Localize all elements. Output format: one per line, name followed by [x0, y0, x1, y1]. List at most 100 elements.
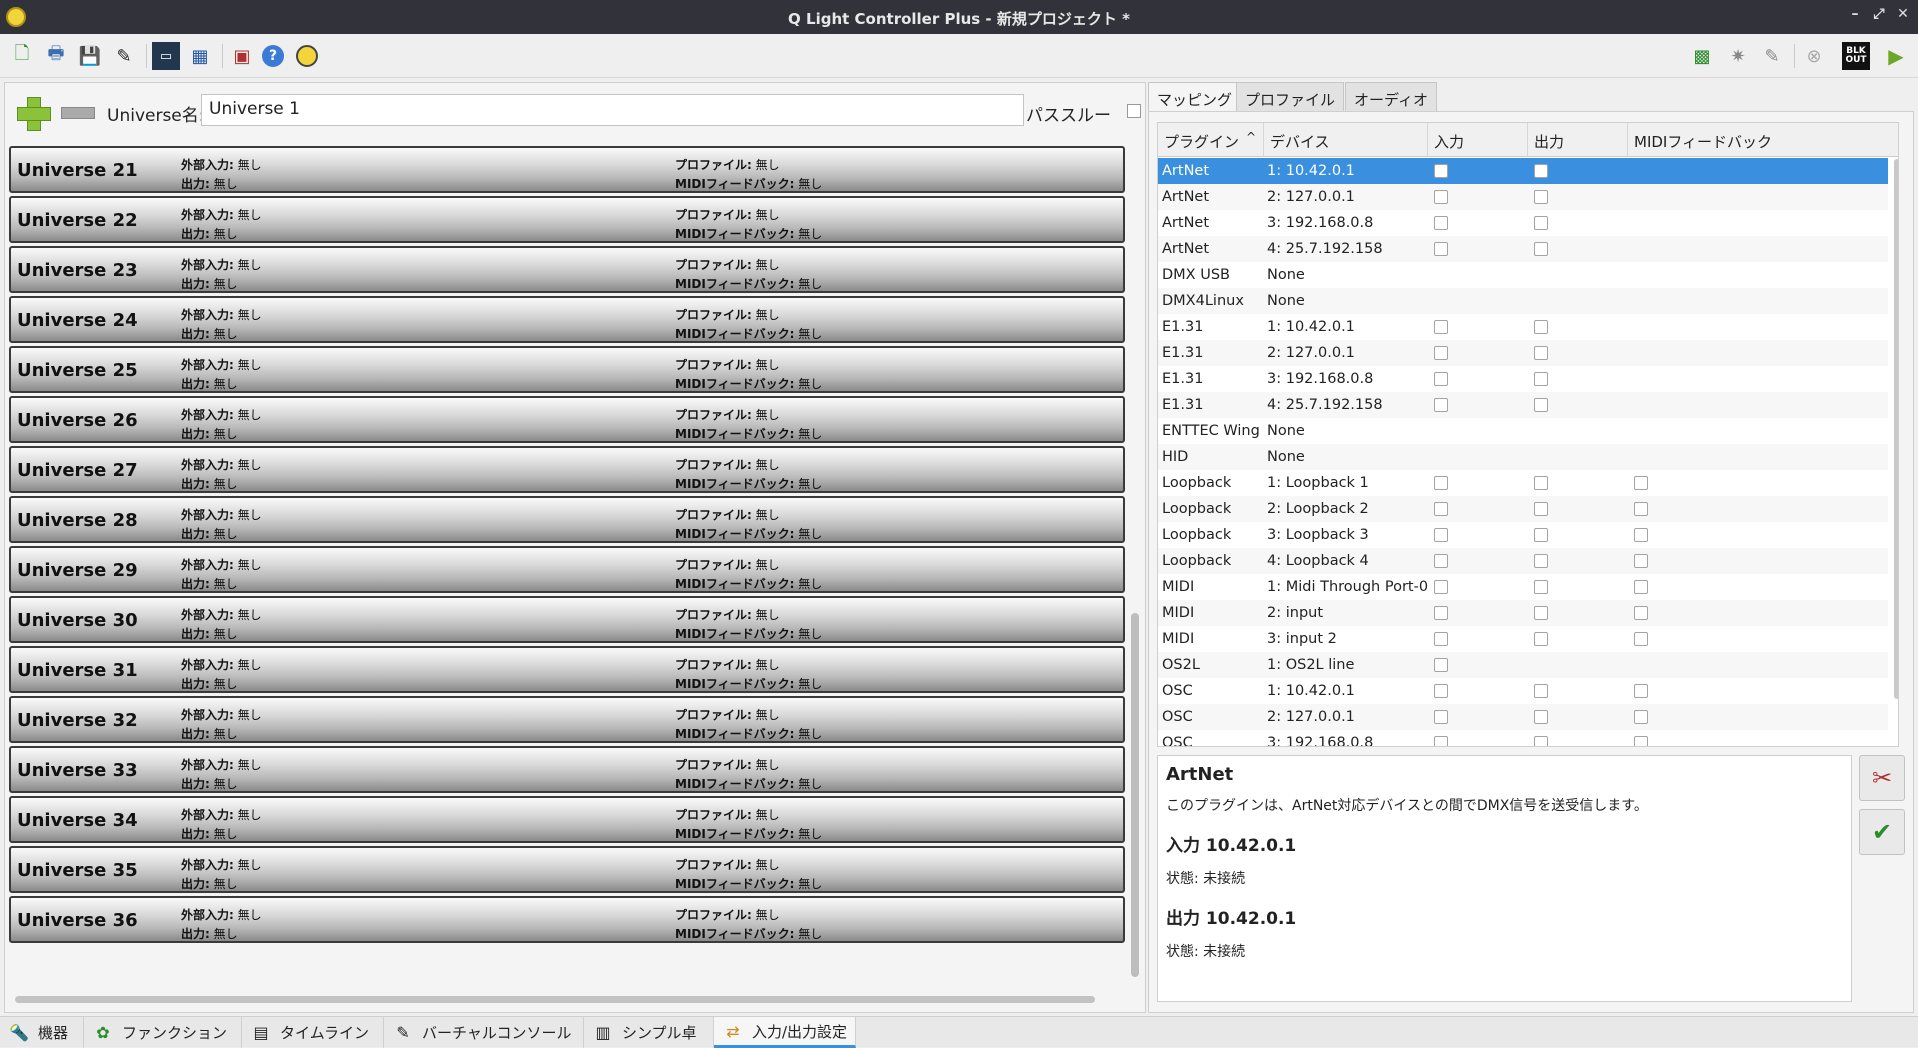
- about-icon[interactable]: [296, 45, 318, 67]
- mapping-row[interactable]: ArtNet 4: 25.7.192.158: [1158, 236, 1888, 262]
- feedback-checkbox[interactable]: [1634, 684, 1648, 698]
- tab-timeline[interactable]: ▤ タイムライン: [242, 1017, 384, 1048]
- output-checkbox[interactable]: [1534, 632, 1548, 646]
- feedback-checkbox[interactable]: [1634, 502, 1648, 516]
- tab-profiles[interactable]: プロファイル: [1236, 82, 1345, 112]
- universe-name-input[interactable]: Universe 1: [201, 94, 1024, 126]
- output-checkbox[interactable]: [1534, 242, 1548, 256]
- feedback-checkbox[interactable]: [1634, 580, 1648, 594]
- tab-functions[interactable]: ✿ ファンクション: [84, 1017, 242, 1048]
- input-checkbox[interactable]: [1434, 242, 1448, 256]
- universe-row[interactable]: Universe 23 外部入力: 無し 出力: 無し プロファイル: 無し MIDIフ…: [9, 246, 1125, 293]
- dmx-dump-icon[interactable]: ✷: [1724, 42, 1752, 70]
- mapping-row[interactable]: MIDI 3: input 2: [1158, 626, 1888, 652]
- mapping-row[interactable]: DMX USB None: [1158, 262, 1888, 288]
- tab-virtual-console[interactable]: ✎ バーチャルコンソール: [384, 1017, 584, 1048]
- address-tool-icon[interactable]: ▦: [186, 42, 214, 70]
- output-checkbox[interactable]: [1534, 190, 1548, 204]
- configure-plugin-button[interactable]: ✂: [1859, 755, 1905, 801]
- output-checkbox[interactable]: [1534, 528, 1548, 542]
- save-as-icon[interactable]: ✎: [110, 42, 138, 70]
- mapping-row[interactable]: ArtNet 2: 127.0.0.1: [1158, 184, 1888, 210]
- output-checkbox[interactable]: [1534, 736, 1548, 746]
- help-icon[interactable]: ?: [262, 45, 284, 67]
- universe-row[interactable]: Universe 32 外部入力: 無し 出力: 無し プロファイル: 無し MIDIフ…: [9, 696, 1125, 743]
- column-plugin[interactable]: プラグイン ^: [1158, 123, 1264, 157]
- mapping-row[interactable]: ArtNet 3: 192.168.0.8: [1158, 210, 1888, 236]
- universe-row[interactable]: Universe 28 外部入力: 無し 出力: 無し プロファイル: 無し MIDIフ…: [9, 496, 1125, 543]
- mapping-row[interactable]: E1.31 4: 25.7.192.158: [1158, 392, 1888, 418]
- input-checkbox[interactable]: [1434, 710, 1448, 724]
- input-checkbox[interactable]: [1434, 632, 1448, 646]
- mapping-row[interactable]: Loopback 3: Loopback 3: [1158, 522, 1888, 548]
- output-checkbox[interactable]: [1534, 372, 1548, 386]
- output-checkbox[interactable]: [1534, 684, 1548, 698]
- fullscreen-icon[interactable]: ▣: [228, 42, 256, 70]
- mapping-row[interactable]: E1.31 1: 10.42.0.1: [1158, 314, 1888, 340]
- input-checkbox[interactable]: [1434, 164, 1448, 178]
- mapping-row[interactable]: Loopback 4: Loopback 4: [1158, 548, 1888, 574]
- input-checkbox[interactable]: [1434, 372, 1448, 386]
- mapping-row[interactable]: HID None: [1158, 444, 1888, 470]
- mapping-row[interactable]: ArtNet 1: 10.42.0.1: [1158, 158, 1888, 184]
- mapping-row[interactable]: ENTTEC Wing None: [1158, 418, 1888, 444]
- mapping-row[interactable]: MIDI 2: input: [1158, 600, 1888, 626]
- stop-all-icon[interactable]: ⊗: [1800, 42, 1828, 70]
- live-edit-icon[interactable]: ✎: [1758, 42, 1786, 70]
- add-universe-button[interactable]: [15, 95, 51, 131]
- feedback-checkbox[interactable]: [1634, 632, 1648, 646]
- tab-audio[interactable]: オーディオ: [1345, 82, 1437, 112]
- input-checkbox[interactable]: [1434, 216, 1448, 230]
- input-checkbox[interactable]: [1434, 684, 1448, 698]
- universe-row[interactable]: Universe 24 外部入力: 無し 出力: 無し プロファイル: 無し MIDIフ…: [9, 296, 1125, 343]
- input-checkbox[interactable]: [1434, 554, 1448, 568]
- output-checkbox[interactable]: [1534, 502, 1548, 516]
- universe-row[interactable]: Universe 31 外部入力: 無し 出力: 無し プロファイル: 無し MIDIフ…: [9, 646, 1125, 693]
- input-checkbox[interactable]: [1434, 346, 1448, 360]
- output-checkbox[interactable]: [1534, 164, 1548, 178]
- output-checkbox[interactable]: [1534, 710, 1548, 724]
- universe-row[interactable]: Universe 35 外部入力: 無し 出力: 無し プロファイル: 無し MIDIフ…: [9, 846, 1125, 893]
- feedback-checkbox[interactable]: [1634, 606, 1648, 620]
- universe-row[interactable]: Universe 29 外部入力: 無し 出力: 無し プロファイル: 無し MIDIフ…: [9, 546, 1125, 593]
- tab-io-settings[interactable]: ⇄ 入力/出力設定: [714, 1017, 856, 1048]
- monitor-icon[interactable]: ▭: [152, 42, 180, 70]
- column-device[interactable]: デバイス: [1264, 123, 1428, 157]
- mapping-row[interactable]: Loopback 1: Loopback 1: [1158, 470, 1888, 496]
- feedback-checkbox[interactable]: [1634, 528, 1648, 542]
- restore-icon[interactable]: ⤢: [1870, 6, 1888, 22]
- output-checkbox[interactable]: [1534, 580, 1548, 594]
- input-checkbox[interactable]: [1434, 658, 1448, 672]
- output-checkbox[interactable]: [1534, 320, 1548, 334]
- tab-simple-desk[interactable]: ▥ シンプル卓: [584, 1017, 714, 1048]
- feedback-checkbox[interactable]: [1634, 476, 1648, 490]
- new-project-icon[interactable]: 🗋: [8, 42, 36, 70]
- remove-universe-button[interactable]: [61, 107, 95, 119]
- output-checkbox[interactable]: [1534, 606, 1548, 620]
- output-checkbox[interactable]: [1534, 346, 1548, 360]
- universe-row[interactable]: Universe 30 外部入力: 無し 出力: 無し プロファイル: 無し MIDIフ…: [9, 596, 1125, 643]
- output-checkbox[interactable]: [1534, 216, 1548, 230]
- mapping-row[interactable]: MIDI 1: Midi Through Port-0: [1158, 574, 1888, 600]
- input-checkbox[interactable]: [1434, 580, 1448, 594]
- mapping-vscrollbar[interactable]: [1894, 159, 1898, 699]
- universe-list-vscrollbar[interactable]: [1131, 613, 1139, 977]
- column-output[interactable]: 出力: [1528, 123, 1628, 157]
- mapping-row[interactable]: E1.31 3: 192.168.0.8: [1158, 366, 1888, 392]
- universe-row[interactable]: Universe 34 外部入力: 無し 出力: 無し プロファイル: 無し MIDIフ…: [9, 796, 1125, 843]
- mapping-row[interactable]: Loopback 2: Loopback 2: [1158, 496, 1888, 522]
- feedback-checkbox[interactable]: [1634, 554, 1648, 568]
- passthrough-checkbox[interactable]: [1127, 104, 1141, 118]
- universe-row[interactable]: Universe 27 外部入力: 無し 出力: 無し プロファイル: 無し MIDIフ…: [9, 446, 1125, 493]
- column-input[interactable]: 入力: [1428, 123, 1528, 157]
- column-midi-feedback[interactable]: MIDIフィードバック: [1628, 123, 1896, 157]
- open-icon[interactable]: 🖶: [42, 42, 70, 70]
- feedback-checkbox[interactable]: [1634, 710, 1648, 724]
- universe-row[interactable]: Universe 36 外部入力: 無し 出力: 無し プロファイル: 無し MIDIフ…: [9, 896, 1125, 943]
- mapping-row[interactable]: OSC 1: 10.42.0.1: [1158, 678, 1888, 704]
- mapping-row[interactable]: DMX4Linux None: [1158, 288, 1888, 314]
- tab-mapping[interactable]: マッピング: [1148, 82, 1242, 112]
- universe-row[interactable]: Universe 33 外部入力: 無し 出力: 無し プロファイル: 無し MIDIフ…: [9, 746, 1125, 793]
- input-checkbox[interactable]: [1434, 398, 1448, 412]
- universe-row[interactable]: Universe 25 外部入力: 無し 出力: 無し プロファイル: 無し MIDIフ…: [9, 346, 1125, 393]
